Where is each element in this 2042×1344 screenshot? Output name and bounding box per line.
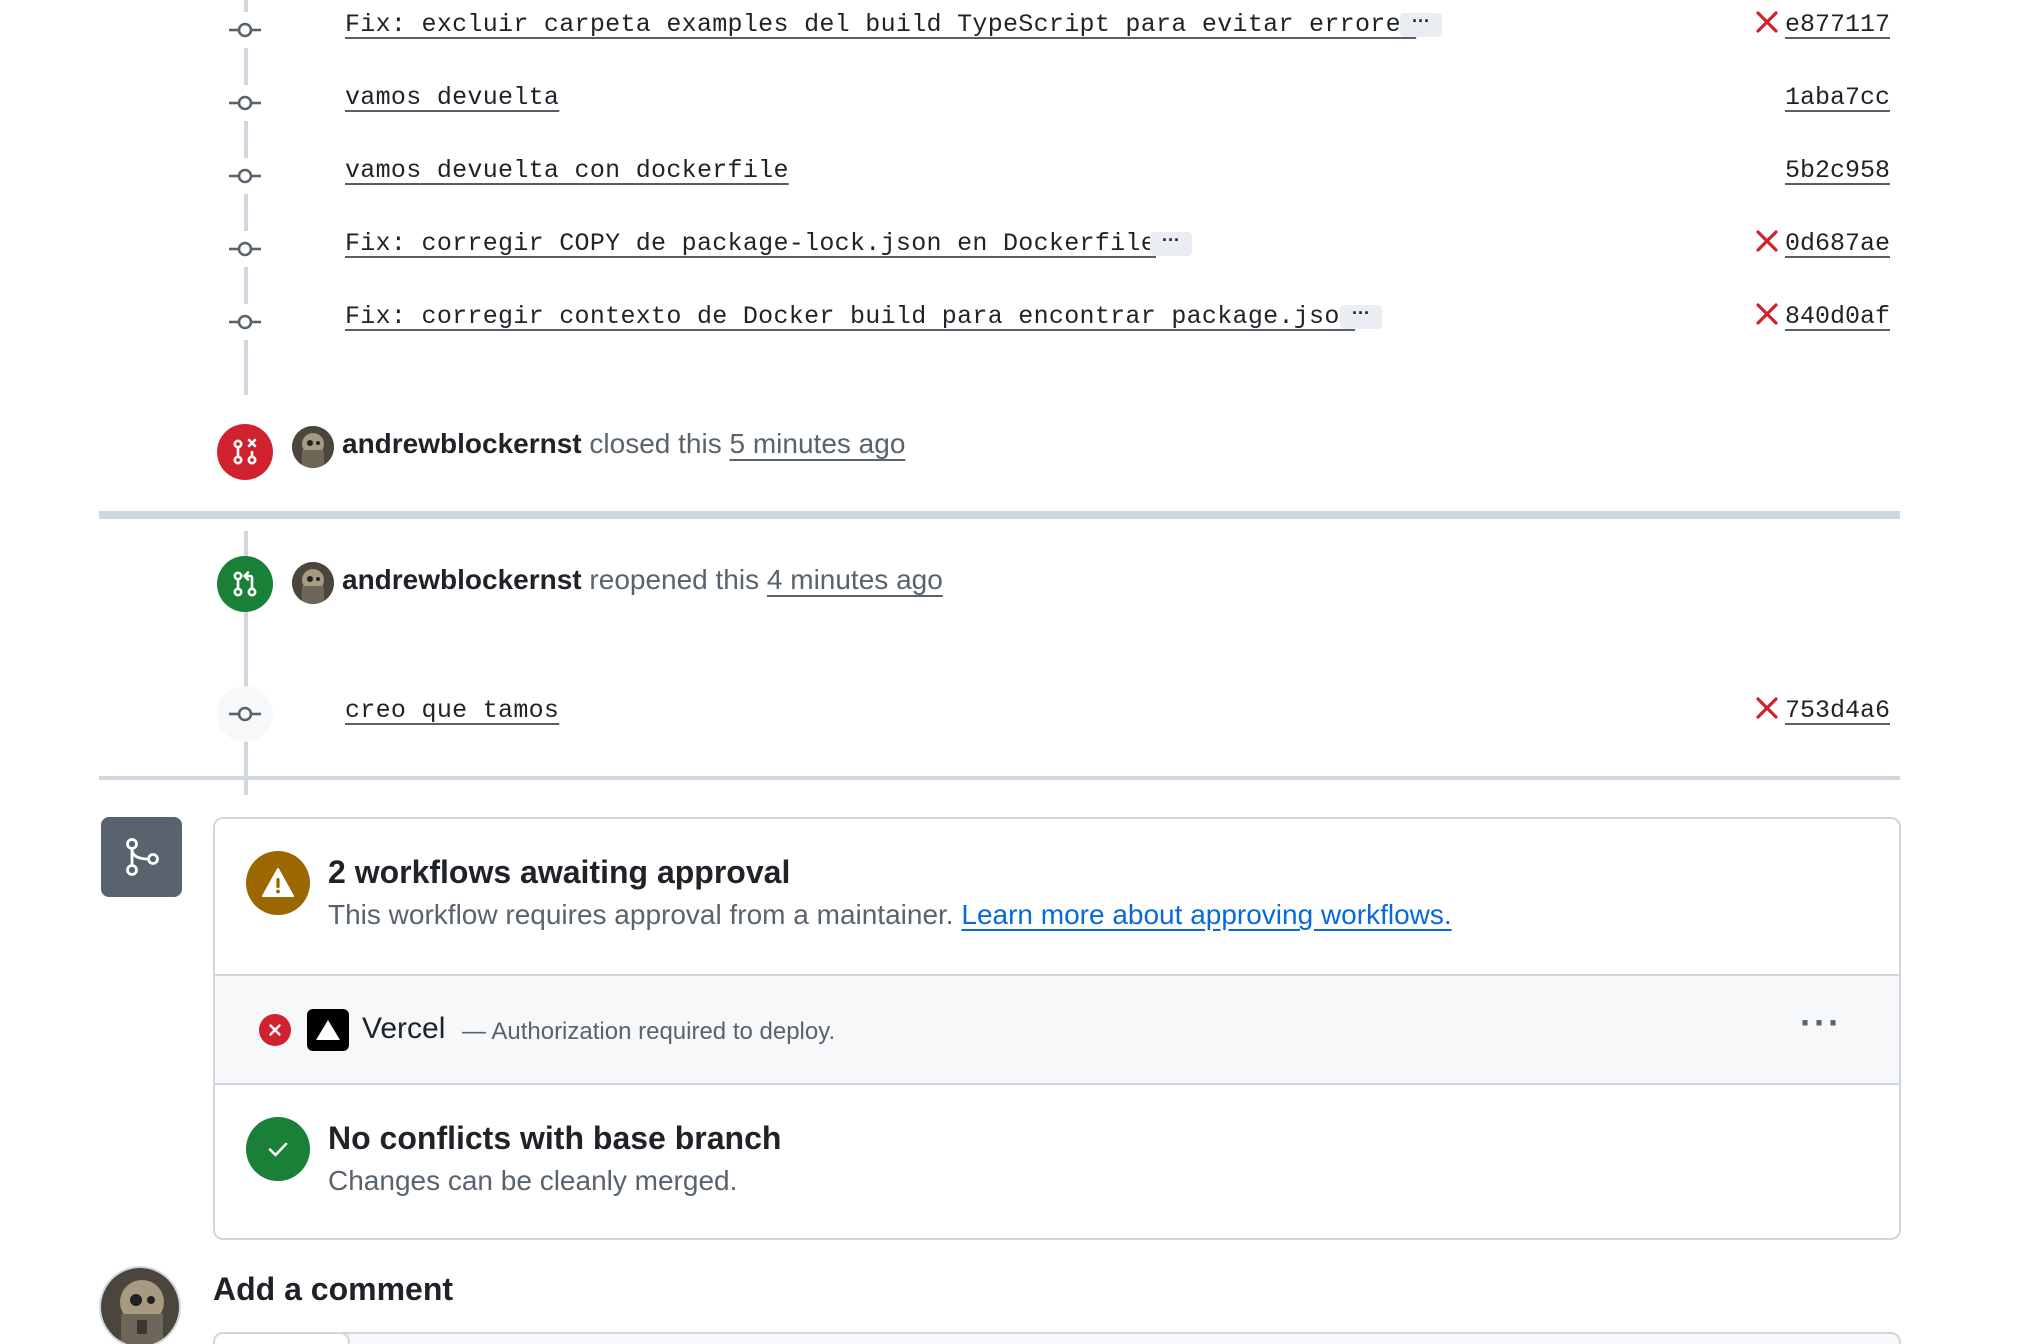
timeline-divider bbox=[99, 511, 1900, 519]
expand-commit-button[interactable]: ··· bbox=[1340, 304, 1382, 329]
commit-row: Fix: excluir carpeta examples del build … bbox=[0, 0, 2042, 66]
x-icon[interactable] bbox=[1753, 694, 1781, 722]
expand-commit-button[interactable]: ··· bbox=[1400, 12, 1442, 37]
commit-row: creo que tamos 753d4a6 bbox=[0, 674, 2042, 746]
x-icon[interactable] bbox=[1753, 227, 1781, 255]
event-time-link[interactable]: 4 minutes ago bbox=[767, 564, 943, 595]
workflows-status bbox=[246, 851, 310, 915]
reopened-event-text: andrewblockernst reopened this 4 minutes… bbox=[342, 564, 943, 596]
commit-sha-link[interactable]: 0d687ae bbox=[1785, 229, 1890, 258]
conflicts-section: No conflicts with base branch Changes ca… bbox=[215, 1085, 1899, 1238]
git-commit-icon bbox=[226, 12, 264, 48]
workflows-description-text: This workflow requires approval from a m… bbox=[328, 899, 954, 930]
commit-message-link[interactable]: vamos devuelta con dockerfile bbox=[345, 156, 789, 185]
comment-heading: Add a comment bbox=[213, 1271, 454, 1307]
vercel-triangle-icon bbox=[307, 1009, 349, 1051]
check-menu-button[interactable]: ··· bbox=[1800, 1002, 1842, 1044]
alert-icon bbox=[262, 868, 294, 897]
reopened-pr-badge bbox=[217, 556, 273, 612]
avatar[interactable] bbox=[99, 1266, 181, 1344]
learn-more-workflows-link[interactable]: Learn more about approving workflows. bbox=[961, 899, 1451, 930]
commit-message-link[interactable]: creo que tamos bbox=[345, 696, 559, 725]
git-merge-icon-box bbox=[101, 817, 182, 897]
commit-row: vamos devuelta con dockerfile 5b2c958 bbox=[0, 140, 2042, 212]
conflicts-description: Changes can be cleanly merged. bbox=[328, 1165, 738, 1196]
x-icon[interactable] bbox=[1753, 300, 1781, 328]
closed-event-text: andrewblockernst closed this 5 minutes a… bbox=[342, 428, 905, 460]
commit-message-link[interactable]: Fix: corregir contexto de Docker build p… bbox=[345, 302, 1355, 331]
event-user-link[interactable]: andrewblockernst bbox=[342, 428, 582, 459]
comment-box[interactable] bbox=[213, 1332, 1901, 1344]
commit-row: Fix: corregir COPY de package-lock.json … bbox=[0, 213, 2042, 285]
check-name[interactable]: Vercel bbox=[362, 1012, 445, 1046]
git-commit-icon bbox=[226, 696, 264, 732]
commit-sha-link[interactable]: e877117 bbox=[1785, 10, 1890, 39]
git-commit-icon bbox=[226, 304, 264, 340]
commit-sha-link[interactable]: 1aba7cc bbox=[1785, 83, 1890, 112]
git-pull-request-closed-icon bbox=[233, 438, 257, 465]
check-icon bbox=[268, 1142, 288, 1157]
check-detail: — Authorization required to deploy. bbox=[462, 1018, 836, 1045]
event-user-link[interactable]: andrewblockernst bbox=[342, 564, 582, 595]
avatar[interactable] bbox=[292, 426, 334, 468]
commit-sha-link[interactable]: 840d0af bbox=[1785, 302, 1890, 331]
workflows-description: This workflow requires approval from a m… bbox=[328, 899, 1452, 931]
event-action: closed this bbox=[589, 428, 722, 459]
workflows-title: 2 workflows awaiting approval bbox=[328, 854, 791, 890]
check-row-vercel[interactable]: Vercel — Authorization required to deplo… bbox=[215, 976, 1899, 1085]
conflicts-title: No conflicts with base branch bbox=[328, 1120, 782, 1156]
x-icon[interactable] bbox=[1753, 8, 1781, 36]
conflicts-status bbox=[246, 1117, 310, 1181]
event-action: reopened this bbox=[589, 564, 760, 595]
avatar[interactable] bbox=[292, 562, 334, 604]
commit-sha-link[interactable]: 753d4a6 bbox=[1785, 696, 1890, 725]
workflows-section: 2 workflows awaiting approval This workf… bbox=[215, 819, 1899, 976]
tab-write[interactable] bbox=[213, 1332, 350, 1344]
git-pull-request-icon bbox=[233, 571, 257, 597]
timeline-end-divider bbox=[99, 776, 1900, 780]
merge-box: 2 workflows awaiting approval This workf… bbox=[213, 817, 1901, 1240]
x-circle-icon bbox=[259, 1014, 291, 1046]
git-commit-icon bbox=[226, 231, 264, 267]
git-branch-icon bbox=[125, 838, 159, 876]
git-commit-icon bbox=[226, 85, 264, 121]
commit-row: vamos devuelta 1aba7cc bbox=[0, 67, 2042, 139]
commit-row: Fix: corregir contexto de Docker build p… bbox=[0, 286, 2042, 358]
commit-message-link[interactable]: Fix: excluir carpeta examples del build … bbox=[345, 10, 1416, 39]
commit-message-link[interactable]: vamos devuelta bbox=[345, 83, 559, 112]
event-time-link[interactable]: 5 minutes ago bbox=[730, 428, 906, 459]
git-commit-icon bbox=[226, 158, 264, 194]
commit-message-link[interactable]: Fix: corregir COPY de package-lock.json … bbox=[345, 229, 1156, 258]
commit-sha-link[interactable]: 5b2c958 bbox=[1785, 156, 1890, 185]
expand-commit-button[interactable]: ··· bbox=[1150, 231, 1192, 256]
closed-pr-badge bbox=[217, 424, 273, 480]
